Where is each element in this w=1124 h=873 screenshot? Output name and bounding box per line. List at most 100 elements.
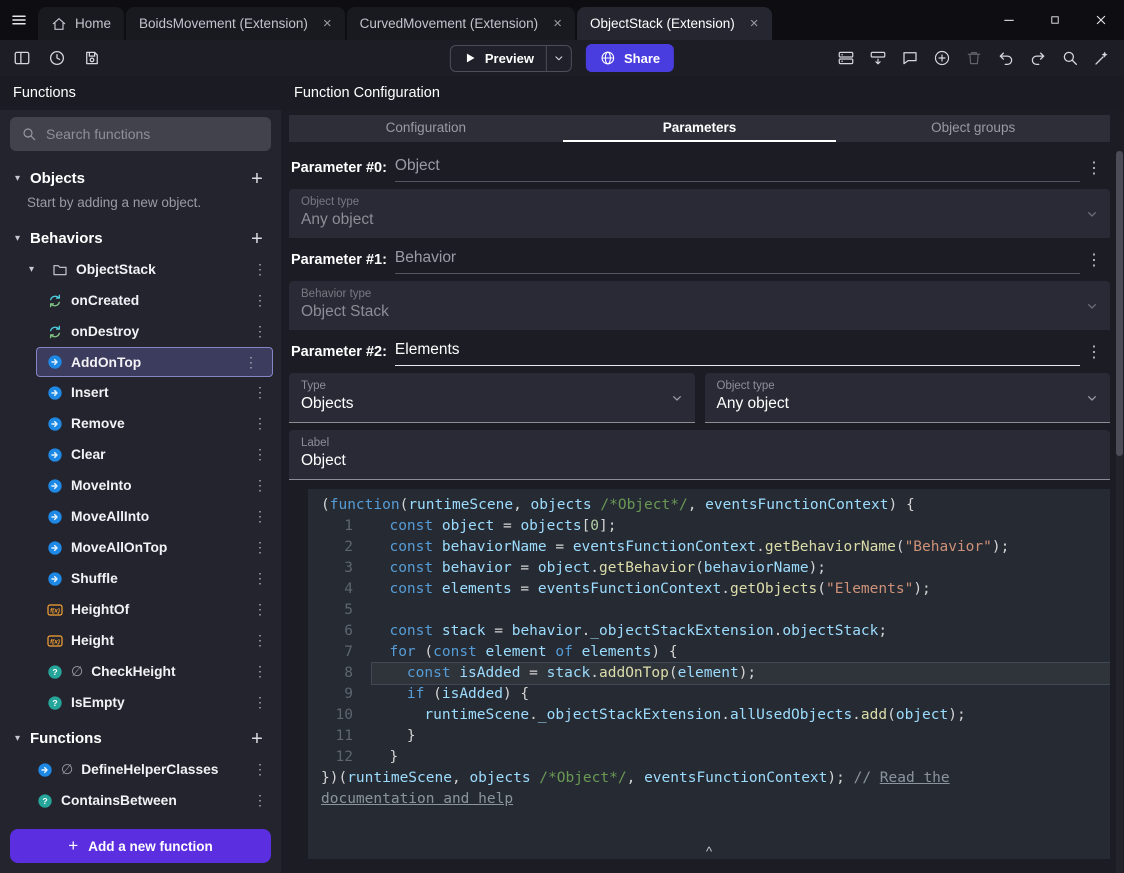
item-menu-icon[interactable]: ⋮ bbox=[251, 570, 269, 587]
history-icon[interactable] bbox=[43, 44, 71, 72]
sidebar-item-moveallinto[interactable]: MoveAllInto ⋮ bbox=[0, 501, 281, 532]
item-menu-icon[interactable]: ⋮ bbox=[251, 415, 269, 432]
share-button[interactable]: Share bbox=[586, 44, 675, 72]
item-menu-icon[interactable]: ⋮ bbox=[251, 694, 269, 711]
parameter-name-field[interactable]: Elements bbox=[394, 341, 1080, 366]
item-menu-icon[interactable]: ⋮ bbox=[251, 384, 269, 401]
item-menu-icon[interactable]: ⋮ bbox=[251, 632, 269, 649]
parameter-menu-icon[interactable]: ⋮ bbox=[1080, 250, 1108, 274]
item-menu-icon[interactable]: ⋮ bbox=[251, 477, 269, 494]
scrollbar-thumb[interactable] bbox=[1116, 151, 1123, 456]
close-icon[interactable]: × bbox=[750, 16, 759, 31]
item-menu-icon[interactable]: ⋮ bbox=[251, 446, 269, 463]
object-type-select-2[interactable]: Object type Any object bbox=[704, 373, 1110, 423]
parameter-menu-icon[interactable]: ⋮ bbox=[1080, 158, 1108, 182]
item-menu-icon[interactable]: ⋮ bbox=[251, 261, 269, 278]
code-line[interactable]: 6 const stack = behavior._objectStackExt… bbox=[308, 621, 1110, 642]
item-menu-icon[interactable]: ⋮ bbox=[251, 323, 269, 340]
minimize-button[interactable] bbox=[986, 0, 1032, 40]
add-function-plus-button[interactable]: + bbox=[245, 727, 269, 751]
ai-assistant-icon[interactable] bbox=[1088, 44, 1116, 72]
section-objects[interactable]: ▾ Objects + bbox=[0, 163, 281, 194]
add-tab-icon[interactable] bbox=[928, 44, 956, 72]
code-editor[interactable]: (function(runtimeScene, objects /*Object… bbox=[308, 489, 1110, 859]
parameter-menu-icon[interactable]: ⋮ bbox=[1080, 342, 1108, 366]
code-line[interactable]: 3 const behavior = object.getBehavior(be… bbox=[308, 558, 1110, 579]
add-behavior-button[interactable]: + bbox=[245, 227, 269, 251]
add-object-button[interactable]: + bbox=[245, 167, 269, 191]
sidebar-item-height[interactable]: Height ⋮ bbox=[0, 625, 281, 656]
editor-tabs: Home BoidsMovement (Extension) × CurvedM… bbox=[38, 0, 772, 40]
search-icon[interactable] bbox=[1056, 44, 1084, 72]
type-select[interactable]: Type Objects bbox=[289, 373, 695, 423]
tab-configuration[interactable]: Configuration bbox=[289, 115, 563, 142]
maximize-button[interactable] bbox=[1032, 0, 1078, 40]
lifecycle-icon bbox=[47, 324, 63, 340]
network-preview-icon[interactable] bbox=[864, 44, 892, 72]
item-menu-icon[interactable]: ⋮ bbox=[251, 508, 269, 525]
label-input[interactable]: Label Object bbox=[289, 430, 1110, 480]
close-button[interactable] bbox=[1078, 0, 1124, 40]
code-line[interactable]: 4 const elements = eventsFunctionContext… bbox=[308, 579, 1110, 600]
tab-curvedmovement[interactable]: CurvedMovement (Extension) × bbox=[346, 7, 575, 40]
section-functions[interactable]: ▾ Functions + bbox=[0, 723, 281, 754]
code-line[interactable]: 8 const isAdded = stack.addOnTop(element… bbox=[308, 662, 1110, 685]
add-new-function-button[interactable]: + Add a new function bbox=[10, 829, 271, 863]
sidebar-item-remove[interactable]: Remove ⋮ bbox=[0, 408, 281, 439]
parameter-name-field[interactable]: Object bbox=[394, 157, 1080, 182]
item-menu-icon[interactable]: ⋮ bbox=[251, 601, 269, 618]
sidebar-item-checkheight[interactable]: ∅ CheckHeight ⋮ bbox=[0, 656, 281, 687]
scroll-up-icon[interactable]: ^ bbox=[706, 845, 712, 858]
condition-icon bbox=[47, 664, 63, 680]
code-line[interactable]: 7 for (const element of elements) { bbox=[308, 642, 1110, 663]
item-menu-icon[interactable]: ⋮ bbox=[251, 761, 269, 778]
menu-icon[interactable] bbox=[0, 0, 38, 40]
parameter-name-field[interactable]: Behavior bbox=[394, 249, 1080, 274]
item-menu-icon[interactable]: ⋮ bbox=[251, 663, 269, 680]
sidebar-item-clear[interactable]: Clear ⋮ bbox=[0, 439, 281, 470]
save-icon[interactable] bbox=[78, 44, 106, 72]
preview-button[interactable]: Preview bbox=[449, 44, 573, 72]
code-line[interactable]: 12 } bbox=[308, 747, 1110, 768]
sidebar-item-insert[interactable]: Insert ⋮ bbox=[0, 377, 281, 408]
code-line[interactable]: 11 } bbox=[308, 726, 1110, 747]
code-footer: })(runtimeScene, objects /*Object*/, eve… bbox=[321, 770, 950, 807]
sidebar-item-moveallontop[interactable]: MoveAllOnTop ⋮ bbox=[0, 532, 281, 563]
tab-objectstack[interactable]: ObjectStack (Extension) × bbox=[576, 7, 772, 40]
sidebar-item-moveinto[interactable]: MoveInto ⋮ bbox=[0, 470, 281, 501]
sidebar-item-containsbetween[interactable]: ContainsBetween ⋮ bbox=[0, 785, 281, 816]
debugger-icon[interactable] bbox=[832, 44, 860, 72]
sidebar-item-oncreated[interactable]: onCreated ⋮ bbox=[0, 285, 281, 316]
undo-icon[interactable] bbox=[992, 44, 1020, 72]
folder-objectstack[interactable]: ▾ ObjectStack ⋮ bbox=[0, 254, 281, 285]
preview-dropdown-icon[interactable] bbox=[546, 45, 571, 71]
layout-panels-icon[interactable] bbox=[8, 44, 36, 72]
item-menu-icon[interactable]: ⋮ bbox=[251, 539, 269, 556]
code-line[interactable]: 10 runtimeScene._objectStackExtension.al… bbox=[308, 705, 1110, 726]
tab-home[interactable]: Home bbox=[38, 7, 125, 40]
functions-sidebar: Functions ▾ Objects + Start by adding a … bbox=[0, 76, 281, 873]
search-input[interactable] bbox=[46, 126, 260, 142]
sidebar-item-addontop[interactable]: AddOnTop ⋮ bbox=[36, 347, 273, 377]
item-menu-icon[interactable]: ⋮ bbox=[251, 292, 269, 309]
feedback-icon[interactable] bbox=[896, 44, 924, 72]
sidebar-item-isempty[interactable]: IsEmpty ⋮ bbox=[0, 687, 281, 718]
code-line[interactable]: 5 bbox=[308, 600, 1110, 621]
section-behaviors[interactable]: ▾ Behaviors + bbox=[0, 223, 281, 254]
tab-object-groups[interactable]: Object groups bbox=[836, 115, 1110, 142]
sidebar-item-shuffle[interactable]: Shuffle ⋮ bbox=[0, 563, 281, 594]
code-line[interactable]: 9 if (isAdded) { bbox=[308, 684, 1110, 705]
close-icon[interactable]: × bbox=[553, 16, 562, 31]
close-icon[interactable]: × bbox=[323, 16, 332, 31]
item-menu-icon[interactable]: ⋮ bbox=[242, 354, 260, 371]
code-line[interactable]: 2 const behaviorName = eventsFunctionCon… bbox=[308, 537, 1110, 558]
main-scrollbar[interactable] bbox=[1116, 151, 1123, 873]
sidebar-item-heightof[interactable]: HeightOf ⋮ bbox=[0, 594, 281, 625]
sidebar-item-ondestroy[interactable]: onDestroy ⋮ bbox=[0, 316, 281, 347]
item-menu-icon[interactable]: ⋮ bbox=[251, 792, 269, 809]
tab-boidsmovement[interactable]: BoidsMovement (Extension) × bbox=[126, 7, 345, 40]
redo-icon[interactable] bbox=[1024, 44, 1052, 72]
code-line[interactable]: 1 const object = objects[0]; bbox=[308, 516, 1110, 537]
tab-parameters[interactable]: Parameters bbox=[562, 115, 837, 142]
sidebar-item-definehelperclasses[interactable]: ∅ DefineHelperClasses ⋮ bbox=[0, 754, 281, 785]
